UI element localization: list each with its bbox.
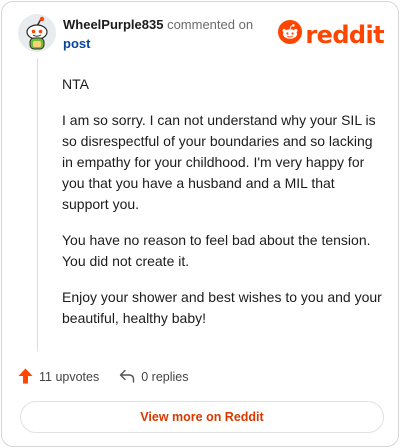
comment-paragraph: NTA xyxy=(62,76,89,92)
comment-header: WheelPurple835 commented on post reddit xyxy=(18,14,385,54)
comment-paragraph: Enjoy your shower and best wishes to you… xyxy=(62,289,382,326)
upvote-button[interactable]: 11 upvotes xyxy=(18,368,99,387)
reply-arrow-icon xyxy=(119,369,141,386)
author-line: WheelPurple835 commented on xyxy=(63,16,253,34)
upvote-arrow-icon xyxy=(18,368,39,387)
reddit-logo-icon xyxy=(278,20,303,49)
comment-paragraph: I am so sorry. I can not understand why … xyxy=(62,112,376,212)
reddit-wordmark: reddit xyxy=(305,20,384,49)
reply-count: 0 replies xyxy=(141,370,189,384)
comment-actions: 11 upvotes 0 replies xyxy=(18,366,208,388)
embedded-comment-card: WheelPurple835 commented on post reddit xyxy=(1,1,399,447)
reddit-logo[interactable]: reddit xyxy=(278,20,385,49)
reply-button[interactable]: 0 replies xyxy=(119,369,188,386)
author-name[interactable]: WheelPurple835 xyxy=(63,17,163,32)
view-more-on-reddit-button[interactable]: View more on Reddit xyxy=(20,401,384,433)
comment-body: NTA I am so sorry. I can not understand … xyxy=(62,74,384,344)
upvote-count: 11 upvotes xyxy=(39,370,100,384)
thread-line xyxy=(37,58,38,351)
comment-paragraph: You have no reason to feel bad about the… xyxy=(62,232,371,269)
snoo-avatar-icon[interactable] xyxy=(18,14,56,52)
commented-on-text: commented on xyxy=(167,17,254,32)
post-link[interactable]: post xyxy=(63,36,90,52)
